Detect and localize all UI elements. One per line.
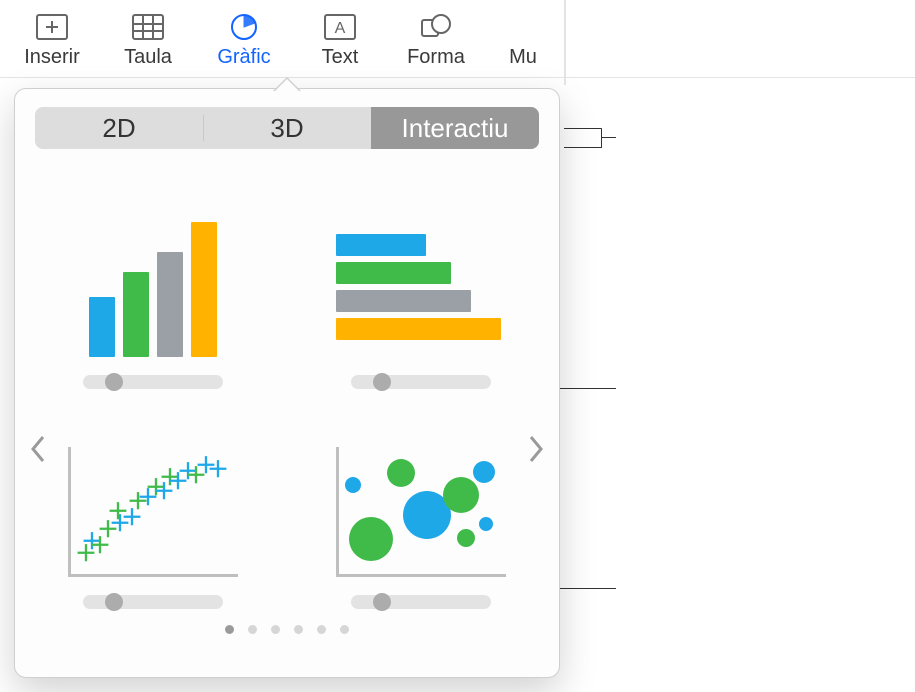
chart-style-grid: ＋ ＋ ＋ ＋ ＋ ＋ ＋ ＋ ＋ ＋ ＋ ＋ ＋ ＋ ＋ ＋ ＋ bbox=[15, 149, 559, 619]
tool-table[interactable]: Taula bbox=[118, 10, 178, 69]
chart-popover: 2D 3D Interactiu bbox=[14, 88, 560, 678]
chart-style-bubble[interactable] bbox=[321, 399, 521, 609]
annotation-leader bbox=[602, 137, 616, 138]
chart-type-segmented: 2D 3D Interactiu bbox=[35, 107, 539, 149]
chevron-left-icon[interactable] bbox=[25, 429, 51, 476]
tool-text-label: Text bbox=[322, 46, 359, 69]
table-icon bbox=[127, 10, 169, 44]
insert-icon bbox=[31, 10, 73, 44]
toolbar: Inserir Taula Gràfic A Text Forma Mu bbox=[0, 0, 915, 78]
tool-insert-label: Inserir bbox=[24, 46, 80, 69]
annotation-leader bbox=[560, 388, 616, 389]
tab-3d[interactable]: 3D bbox=[203, 107, 371, 149]
shape-icon bbox=[415, 10, 457, 44]
annotation-leader bbox=[564, 128, 602, 148]
page-dots bbox=[15, 625, 559, 634]
text-icon: A bbox=[319, 10, 361, 44]
page-dot-3[interactable] bbox=[271, 625, 280, 634]
tab-2d[interactable]: 2D bbox=[35, 107, 203, 149]
chart-style-column[interactable] bbox=[53, 179, 253, 389]
svg-text:A: A bbox=[335, 20, 346, 37]
tool-chart-label: Gràfic bbox=[217, 46, 270, 69]
page-dot-5[interactable] bbox=[317, 625, 326, 634]
tool-shape[interactable]: Forma bbox=[406, 10, 466, 69]
page-dot-6[interactable] bbox=[340, 625, 349, 634]
chevron-right-icon[interactable] bbox=[523, 429, 549, 476]
column-chart-icon bbox=[63, 217, 243, 357]
tool-shape-label: Forma bbox=[407, 46, 465, 69]
bubble-chart-icon bbox=[331, 437, 511, 577]
tab-interactive[interactable]: Interactiu bbox=[371, 107, 539, 149]
tool-text[interactable]: A Text bbox=[310, 10, 370, 69]
tool-media-cutoff[interactable]: Mu bbox=[502, 10, 544, 69]
media-icon bbox=[502, 10, 544, 44]
tool-table-label: Taula bbox=[124, 46, 172, 69]
chart-style-bar[interactable] bbox=[321, 179, 521, 389]
bar-chart-icon bbox=[331, 217, 511, 357]
tool-insert[interactable]: Inserir bbox=[22, 10, 82, 69]
slider-icon bbox=[351, 595, 491, 609]
slider-icon bbox=[83, 595, 223, 609]
chart-style-scatter[interactable]: ＋ ＋ ＋ ＋ ＋ ＋ ＋ ＋ ＋ ＋ ＋ ＋ ＋ ＋ ＋ ＋ ＋ bbox=[53, 399, 253, 609]
tool-chart[interactable]: Gràfic bbox=[214, 10, 274, 69]
slider-icon bbox=[83, 375, 223, 389]
page-dot-1[interactable] bbox=[225, 625, 234, 634]
slider-icon bbox=[351, 375, 491, 389]
scatter-chart-icon: ＋ ＋ ＋ ＋ ＋ ＋ ＋ ＋ ＋ ＋ ＋ ＋ ＋ ＋ ＋ ＋ ＋ bbox=[63, 437, 243, 577]
page-dot-2[interactable] bbox=[248, 625, 257, 634]
pie-chart-icon bbox=[223, 10, 265, 44]
tool-media-label: Mu bbox=[509, 46, 537, 69]
page-dot-4[interactable] bbox=[294, 625, 303, 634]
